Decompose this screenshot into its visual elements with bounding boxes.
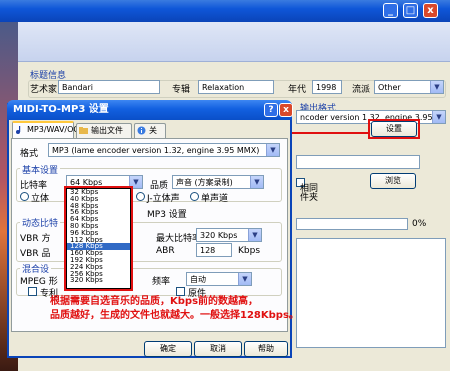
genre-select-value: Other (378, 83, 401, 92)
joint-stereo-label: J-立体声 (147, 194, 180, 204)
music-note-icon (16, 126, 21, 134)
album-label: 专辑 (172, 85, 191, 95)
freq-label: 频率 (152, 277, 171, 287)
mono-radio[interactable] (190, 192, 199, 201)
dialog-help-icon[interactable]: ? (264, 103, 278, 117)
chevron-down-icon: ▼ (248, 229, 261, 241)
abr-field[interactable]: 128 (196, 243, 232, 257)
format-select-value: MP3 (lame encoder version 1.32, engine 3… (52, 146, 260, 155)
format-label: 格式 (20, 149, 39, 159)
minimize-button[interactable]: _ (383, 3, 398, 18)
joint-stereo-radio[interactable] (136, 192, 145, 201)
copyright-checkbox[interactable] (28, 287, 37, 296)
quality-select-value: 声音 (方案录制) (176, 178, 233, 187)
genre-select[interactable]: Other ▼ (374, 80, 444, 94)
tab-mp3-wav-ogg[interactable]: MP3/WAV/OGG (12, 121, 86, 139)
help-button[interactable]: 帮助 (244, 341, 288, 357)
toolbar-strip (18, 22, 450, 62)
chevron-down-icon: ▼ (432, 111, 445, 123)
file-list[interactable] (296, 238, 446, 348)
dropdown-highlight (64, 186, 133, 291)
cancel-button[interactable]: 取消 (194, 341, 242, 357)
basic-settings-legend: 基本设置 (20, 163, 61, 176)
mono-label: 单声道 (201, 194, 229, 204)
bitrate-label: 比特率 (20, 181, 48, 191)
settings-button[interactable]: 设置 (371, 121, 417, 137)
progress-bar (296, 218, 408, 230)
folder-icon (79, 127, 88, 134)
year-field[interactable]: 1998 (312, 80, 342, 94)
artist-field[interactable]: Bandari (58, 80, 160, 94)
artist-label: 艺术家 (30, 85, 58, 95)
output-path-field[interactable] (296, 155, 420, 169)
chevron-down-icon: ▼ (430, 81, 443, 93)
stereo-radio[interactable] (20, 192, 29, 201)
maximize-button[interactable]: □ (403, 3, 418, 18)
chevron-down-icon: ▼ (250, 176, 263, 188)
dialog-close-button[interactable]: x (279, 103, 293, 117)
info-icon (137, 126, 146, 135)
annotation-text-2: 品质越好，生成的文件也就越大。一般选择128Kbps。 (50, 310, 299, 321)
max-bitrate-select[interactable]: 320 Kbps ▼ (196, 228, 262, 242)
browse-button[interactable]: 浏览 (370, 173, 416, 189)
freq-select[interactable]: 自动 ▼ (186, 272, 252, 286)
max-bitrate-value: 320 Kbps (200, 231, 238, 240)
max-bitrate-label: 最大比特率 (156, 234, 202, 244)
chevron-down-icon: ▼ (238, 273, 251, 285)
quality-label: 品质 (150, 181, 169, 191)
dialog-title: MIDI-TO-MP3 设置 (7, 100, 292, 120)
vbr-quality-label: VBR 品 (20, 249, 51, 259)
abr-label: ABR (156, 246, 175, 256)
chevron-down-icon: ▼ (266, 144, 279, 156)
annotation-text-1: 根据需要自选音乐的品质，Kbps前的数越高， (50, 296, 259, 307)
tab-about[interactable]: 关于 (134, 123, 166, 148)
genre-label: 流派 (352, 85, 371, 95)
album-field[interactable]: Relaxation (198, 80, 274, 94)
format-select[interactable]: MP3 (lame encoder version 1.32, engine 3… (48, 143, 280, 157)
vbr-mode-label: VBR 方 (20, 234, 51, 244)
close-button[interactable]: x (423, 3, 438, 18)
stereo-label: 立体 (31, 194, 50, 204)
ok-button[interactable]: 确定 (144, 341, 192, 357)
tab-output-folder[interactable]: 输出文件夹 (76, 123, 132, 148)
mp3-settings-label: MP3 设置 (147, 210, 187, 220)
same-folder-label-2: 件夹 (300, 193, 319, 203)
freq-select-value: 自动 (190, 275, 206, 284)
abr-unit: Kbps (238, 246, 261, 256)
vbr-legend: 动态比特 (20, 216, 61, 229)
quality-select[interactable]: 声音 (方案录制) ▼ (172, 175, 264, 189)
year-label: 年代 (288, 85, 307, 95)
progress-label: 0% (412, 219, 427, 229)
